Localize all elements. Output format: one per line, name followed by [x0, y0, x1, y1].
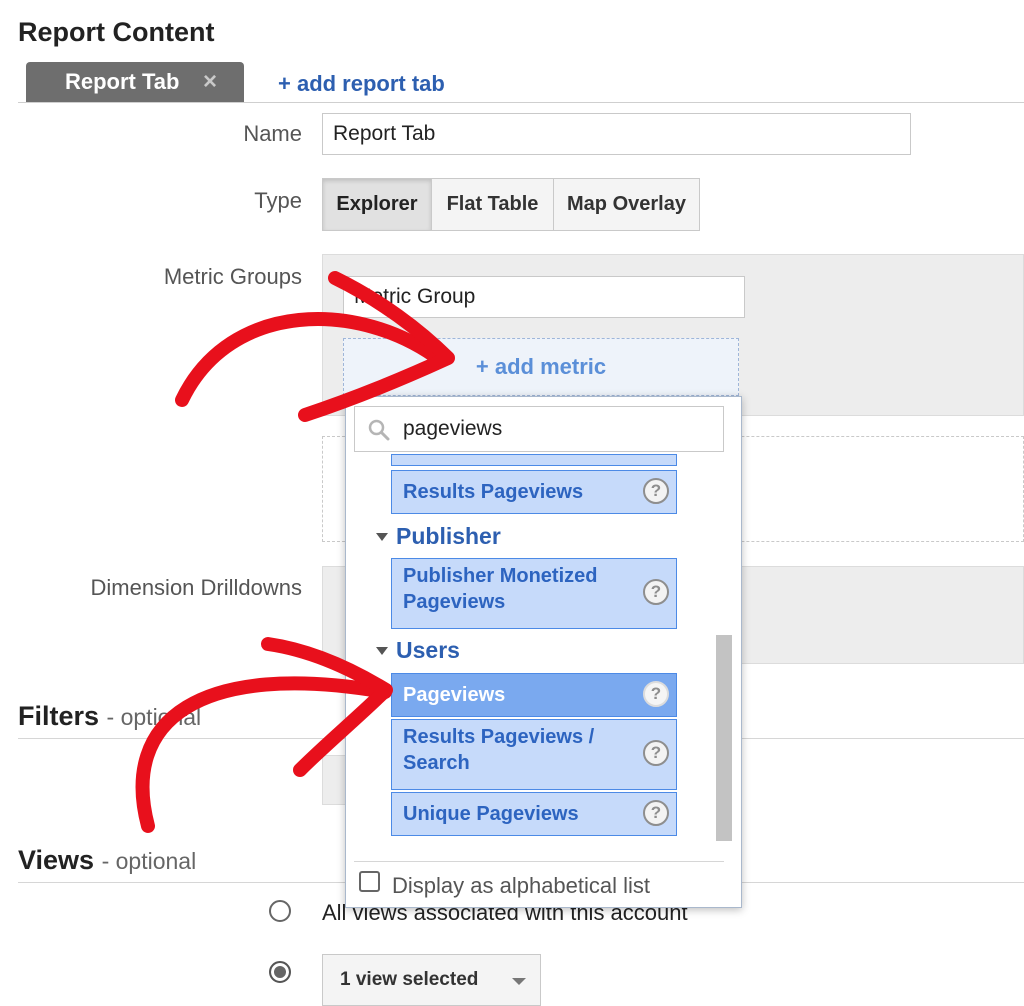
type-map-overlay-button[interactable]: Map Overlay: [553, 178, 700, 231]
metric-search-value: pageviews: [403, 417, 503, 440]
views-optional: - optional: [101, 848, 197, 874]
view-select-dropdown[interactable]: 1 view selected: [322, 954, 541, 1006]
alphabetical-list-checkbox[interactable]: [359, 871, 380, 892]
name-label: Name: [243, 121, 302, 146]
view-select-value: 1 view selected: [340, 969, 479, 990]
category-publisher[interactable]: Publisher: [376, 523, 501, 550]
metric-item-publisher-monetized-pageviews[interactable]: Publisher Monetized Pageviews: [391, 558, 621, 629]
category-label: Users: [396, 637, 460, 663]
add-report-tab-link[interactable]: + add report tab: [278, 71, 445, 97]
report-tab[interactable]: Report Tab ×: [26, 62, 244, 102]
dropdown-scrollbar[interactable]: [716, 635, 732, 841]
close-icon[interactable]: ×: [203, 68, 217, 96]
all-views-radio[interactable]: [269, 900, 291, 922]
add-metric-label: + add metric: [475, 354, 607, 379]
metric-item-partial[interactable]: [391, 454, 677, 466]
help-icon[interactable]: ?: [643, 478, 669, 504]
report-content-title: Report Content: [18, 17, 215, 47]
metric-item-label: Unique Pageviews: [403, 803, 579, 825]
help-icon[interactable]: ?: [643, 681, 669, 707]
help-icon[interactable]: ?: [643, 740, 669, 766]
metric-item-label: Results Pageviews / Search: [403, 726, 595, 774]
type-explorer-button[interactable]: Explorer: [322, 178, 432, 231]
filters-title: Filters - optional: [18, 701, 201, 732]
category-label: Publisher: [396, 523, 501, 549]
add-metric-button[interactable]: + add metric: [343, 338, 739, 396]
metric-item-publisher-monetized-pageviews-bg: ?: [620, 558, 677, 629]
metric-item-label: Pageviews: [403, 684, 506, 706]
type-flat-table-button[interactable]: Flat Table: [431, 178, 554, 231]
metric-item-results-pageviews[interactable]: Results Pageviews ?: [391, 470, 677, 514]
metric-item-results-pageviews-search[interactable]: Results Pageviews / Search: [391, 719, 621, 790]
dimension-drilldowns-label: Dimension Drilldowns: [90, 575, 302, 600]
name-input[interactable]: Report Tab: [322, 113, 911, 155]
caret-down-icon: [376, 532, 388, 541]
metric-group-name-input[interactable]: Metric Group: [343, 276, 745, 318]
caret-down-icon: [376, 646, 388, 655]
metric-groups-label: Metric Groups: [163, 264, 302, 289]
metric-search-input[interactable]: pageviews: [354, 406, 724, 452]
chevron-down-icon: [512, 978, 526, 985]
dropdown-footer-divider: [354, 861, 724, 862]
type-label: Type: [254, 188, 302, 213]
help-icon[interactable]: ?: [643, 800, 669, 826]
category-users[interactable]: Users: [376, 637, 460, 664]
alphabetical-list-label: Display as alphabetical list: [392, 873, 651, 898]
filters-optional: - optional: [106, 704, 202, 730]
filters-title-text: Filters: [18, 701, 100, 731]
help-icon[interactable]: ?: [643, 579, 669, 605]
tab-divider: [18, 102, 1024, 103]
metric-item-label: Publisher Monetized Pageviews: [403, 565, 598, 613]
report-tab-label: Report Tab: [65, 69, 180, 94]
search-icon: [368, 419, 390, 441]
selected-views-radio[interactable]: [269, 961, 291, 983]
metric-item-results-pageviews-search-bg: ?: [620, 719, 677, 790]
metric-picker-dropdown: pageviews Results Pageviews ? Publisher …: [345, 396, 742, 908]
views-title-text: Views: [18, 845, 95, 875]
metric-item-unique-pageviews[interactable]: Unique Pageviews ?: [391, 792, 677, 836]
views-title: Views - optional: [18, 845, 196, 876]
metric-item-pageviews[interactable]: Pageviews ?: [391, 673, 677, 717]
metric-item-label: Results Pageviews: [403, 481, 584, 503]
